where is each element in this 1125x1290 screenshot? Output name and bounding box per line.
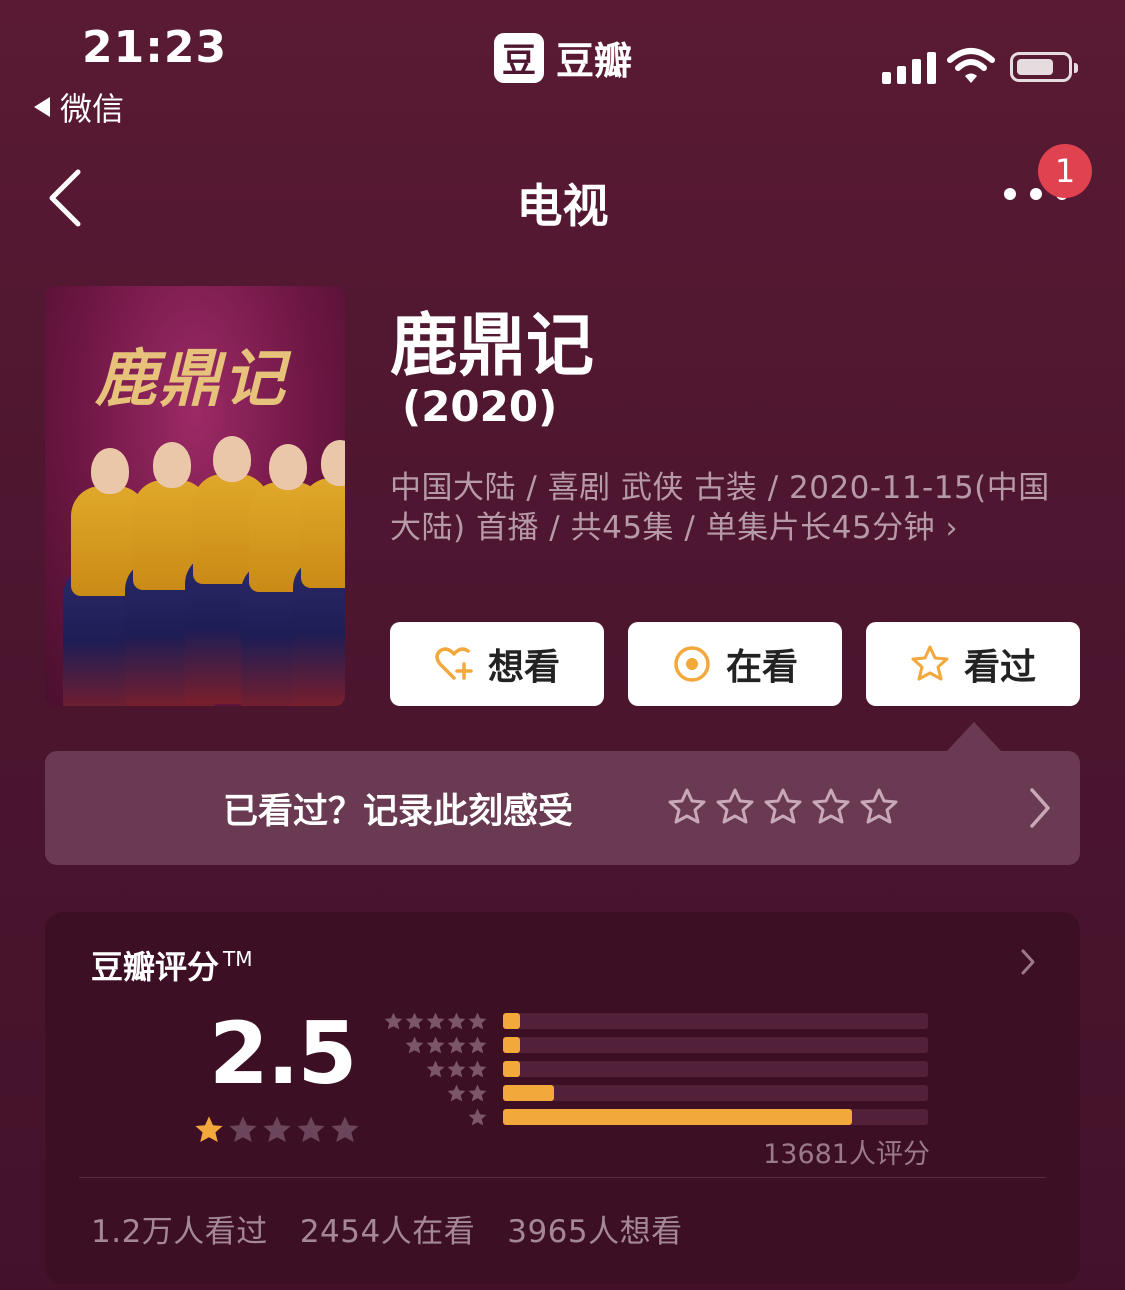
rate-star-icon[interactable] [763,787,803,827]
want-label: 想看 [487,647,560,688]
status-time: 21:23 [82,22,228,73]
prompt-pointer [946,722,1002,752]
bar-fill [503,1109,852,1125]
bar-star-icon [447,1012,466,1030]
bar-star-icon [426,1012,445,1030]
bar-track [503,1037,928,1053]
watched-label: 看过 [963,647,1036,688]
bar-stars [404,1035,488,1056]
watching-icon [674,646,710,682]
bar-star-icon [426,1036,445,1054]
star-outline-icon [911,645,949,681]
meta-chevron-icon: › [945,511,959,546]
rating-chevron-icon [1021,949,1035,975]
bar-fill [503,1037,520,1053]
bar-stars [383,1011,488,1032]
score-star-icon [229,1116,257,1142]
show-meta[interactable]: 中国大陆 / 喜剧 武侠 古装 / 2020-11-15(中国大陆) 首播 / … [390,468,1080,549]
show-title: 鹿鼎记 [390,307,595,386]
bar-star-icon [447,1084,466,1102]
watching-label: 在看 [725,647,798,688]
rating-score: 2.5 [209,1004,357,1104]
bar-star-icon [447,1036,466,1054]
bar-star-icon [468,1060,487,1078]
watching-count: 2454人在看 [299,1214,476,1250]
score-star-icon [297,1116,325,1142]
back-app-label: 微信 [60,90,125,128]
show-year: (2020) [402,382,558,431]
poster-image[interactable]: 鹿鼎记 [45,286,345,706]
rate-star-icon[interactable] [715,787,755,827]
bar-fill [503,1013,520,1029]
score-star-icon [331,1116,359,1142]
bar-star-icon [384,1012,403,1030]
score-stars [193,1114,361,1146]
record-prompt-text: 已看过？记录此刻感受 [223,792,574,832]
rate-star-icon[interactable] [667,787,707,827]
bar-star-icon [405,1012,424,1030]
bar-star-icon [405,1036,424,1054]
page-title: 电视 [516,179,609,233]
record-feeling-card[interactable]: 已看过？记录此刻感受 [45,751,1080,865]
bar-stars [446,1083,488,1104]
poster-title: 鹿鼎记 [95,342,288,415]
back-to-app[interactable]: 微信 [34,84,124,130]
rate-star-icon[interactable] [859,787,899,827]
wifi-icon [947,48,995,83]
watch-counts: 1.2万人看过 2454人在看 3965人想看 [91,1206,683,1251]
watched-button[interactable]: 看过 [866,622,1080,706]
score-star-icon [195,1116,223,1142]
bar-fill [503,1061,520,1077]
divider [79,1177,1046,1178]
score-star-icon [263,1116,291,1142]
watched-count: 1.2万人看过 [91,1214,268,1250]
douban-rating-card[interactable]: 豆瓣评分 TM 2.5 13681人评分 1.2万人看过 2454人在看 3965… [45,912,1080,1284]
bar-fill [503,1085,554,1101]
bar-stars [467,1107,488,1128]
chevron-right-icon [1030,788,1050,828]
rate-star-icon[interactable] [811,787,851,827]
rating-label: 豆瓣评分 TM [91,947,253,986]
bar-track [503,1109,928,1125]
bar-track [503,1085,928,1101]
bar-star-icon [468,1012,487,1030]
bar-star-icon [468,1084,487,1102]
bar-star-icon [447,1060,466,1078]
douban-logo-icon: 豆 [494,32,544,83]
rate-stars[interactable] [667,787,899,827]
bar-track [503,1061,928,1077]
want-count: 3965人想看 [507,1214,683,1250]
bar-stars [425,1059,488,1080]
bar-star-icon [426,1060,445,1078]
brand-name: 豆瓣 [556,39,633,83]
back-triangle-icon [34,97,50,117]
battery-icon [1010,52,1078,82]
watching-button[interactable]: 在看 [628,622,842,706]
brand: 豆 豆瓣 [494,30,632,85]
bar-track [503,1013,928,1029]
rating-total: 13681人评分 [763,1139,930,1170]
notification-badge: 1 [1038,144,1092,198]
bar-star-icon [468,1108,487,1126]
bar-star-icon [468,1036,487,1054]
heart-plus-icon [435,647,473,680]
signal-icon [882,52,936,84]
want-to-watch-button[interactable]: 想看 [390,622,604,706]
